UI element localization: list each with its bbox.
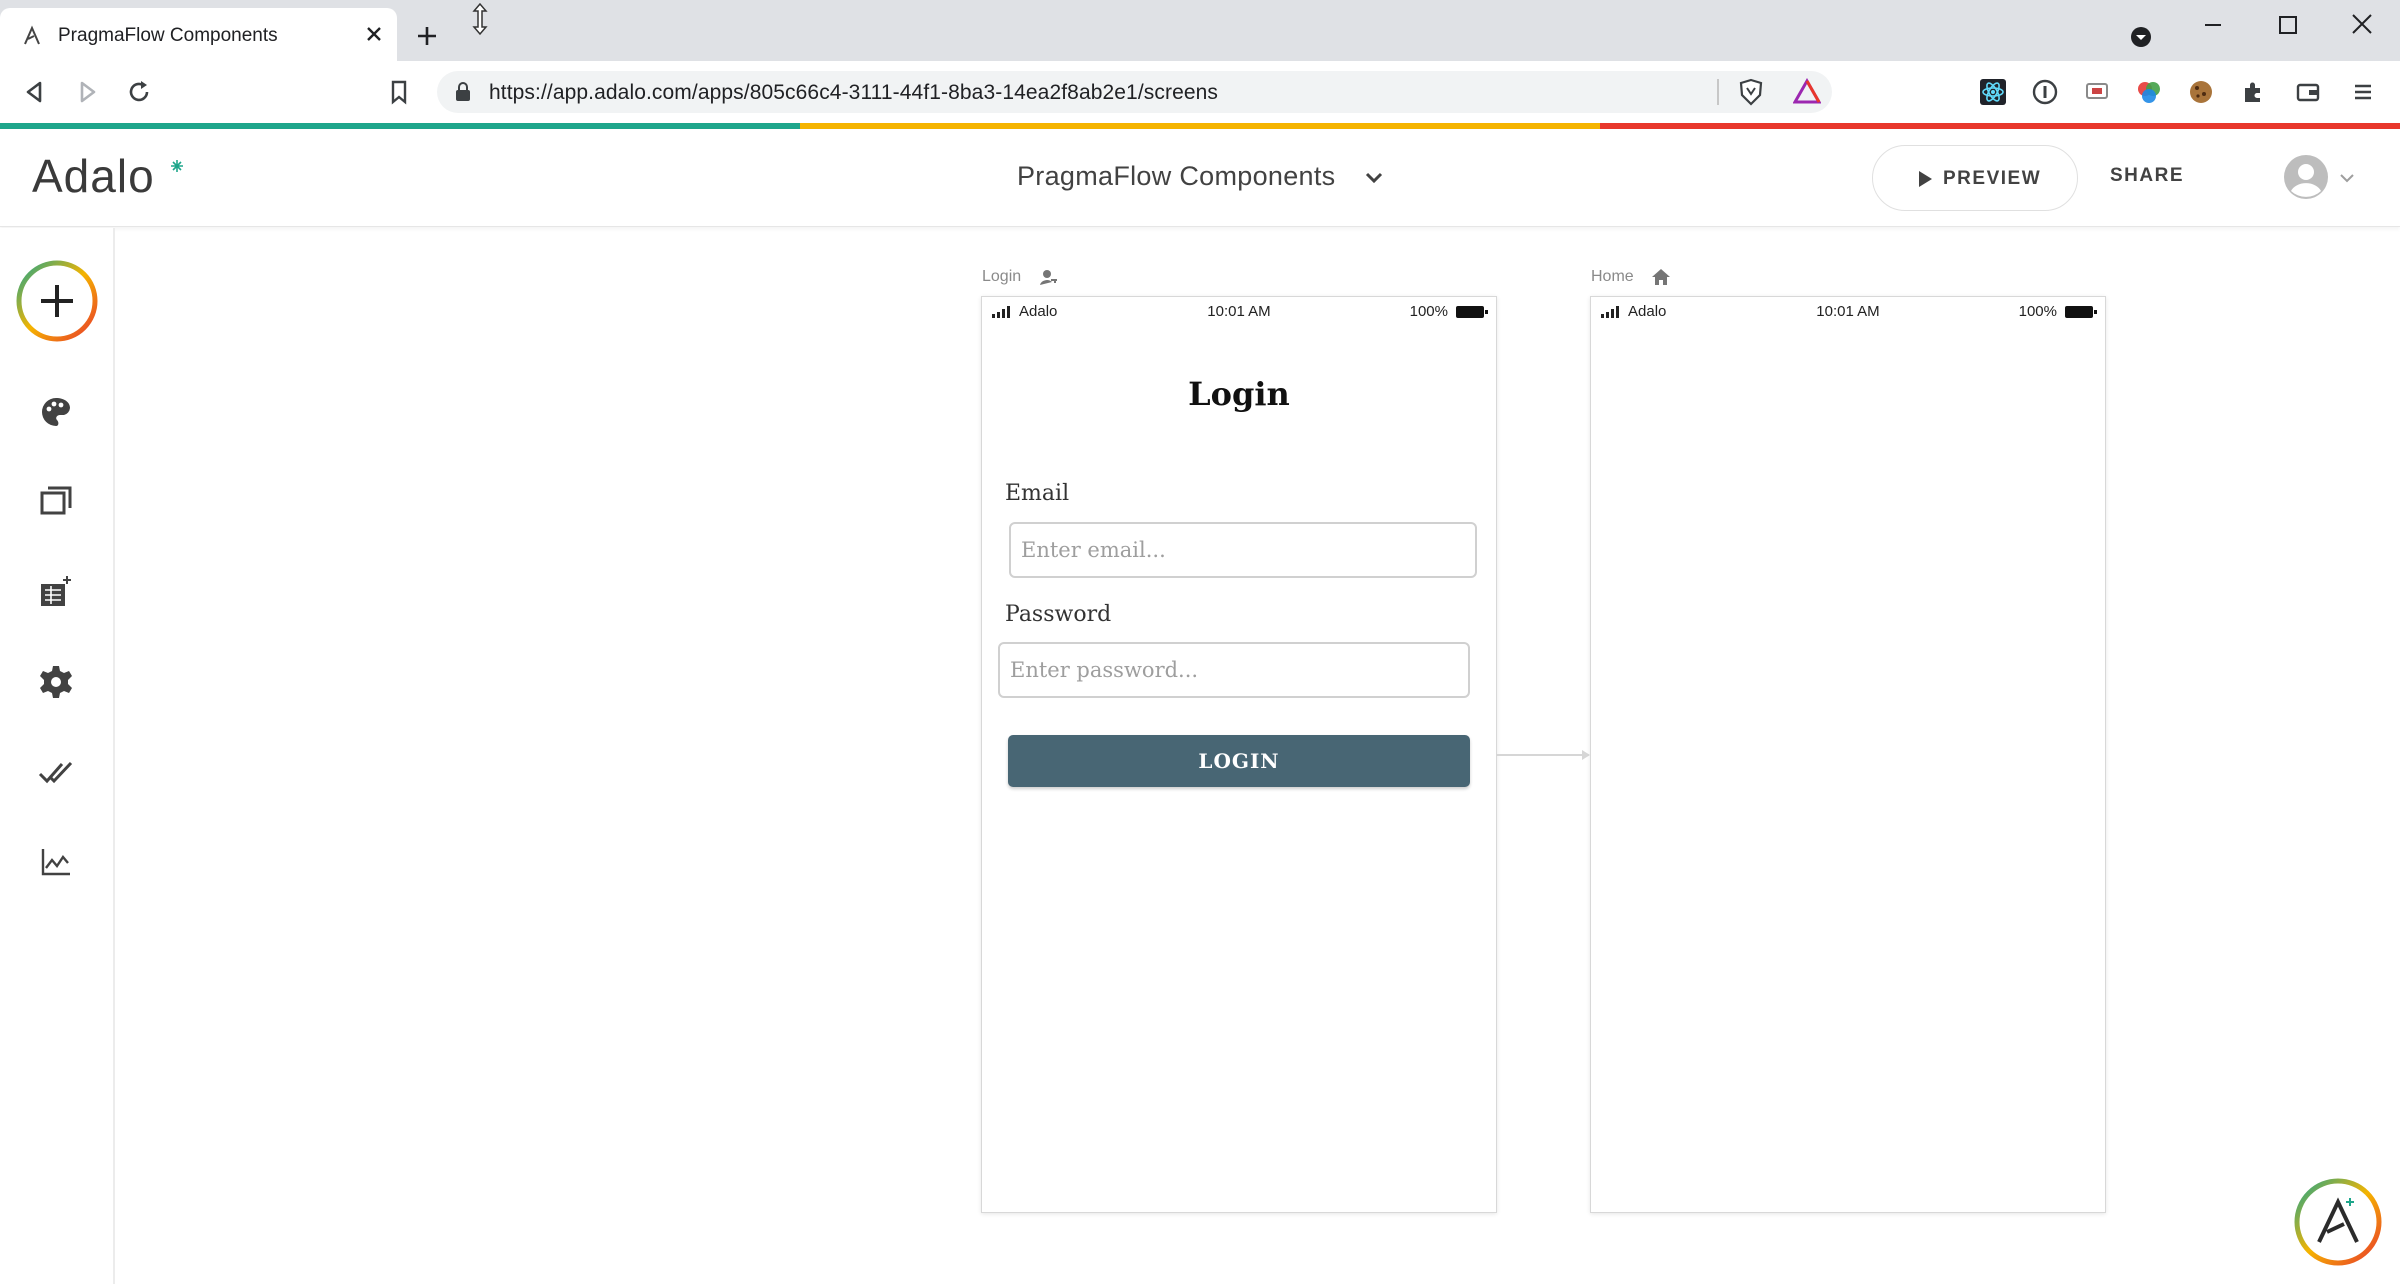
close-window-icon[interactable] — [2350, 12, 2374, 36]
home-icon — [1652, 269, 1670, 285]
chevron-down-icon[interactable] — [1363, 167, 1385, 189]
screen-link-line — [1496, 754, 1588, 756]
bookmark-icon[interactable] — [386, 79, 412, 105]
share-button[interactable]: SHARE — [2110, 165, 2184, 187]
cookie-icon[interactable] — [2188, 79, 2214, 105]
preview-button[interactable]: PREVIEW — [1872, 145, 2078, 211]
double-check-icon[interactable] — [38, 754, 74, 790]
close-tab-icon[interactable] — [364, 24, 384, 44]
adalo-favicon-icon — [24, 25, 40, 45]
home-screen[interactable]: Adalo 10:01 AM 100% — [1590, 296, 2106, 1213]
extensions-puzzle-icon[interactable] — [2240, 79, 2266, 105]
login-screen[interactable]: Adalo 10:01 AM 100% Login Email Password… — [981, 296, 1497, 1213]
brave-shield-icon[interactable] — [1737, 78, 1765, 106]
browser-toolbar: https://app.adalo.com/apps/805c66c4-3111… — [0, 61, 2400, 123]
database-icon[interactable] — [38, 574, 74, 610]
browser-tab[interactable]: PragmaFlow Components — [0, 8, 397, 61]
logo-text: Adalo — [32, 150, 155, 202]
address-bar[interactable]: https://app.adalo.com/apps/805c66c4-3111… — [437, 71, 1832, 113]
add-component-button[interactable] — [14, 258, 100, 344]
screen-label-login[interactable]: Login — [982, 268, 1021, 286]
chevron-down-icon[interactable] — [2338, 169, 2356, 187]
analytics-icon[interactable] — [38, 844, 74, 880]
app-name[interactable]: PragmaFlow Components — [1017, 161, 1335, 192]
screen-cast-icon[interactable] — [2084, 79, 2110, 105]
browser-tab-strip: PragmaFlow Components — [0, 0, 2400, 61]
password-input[interactable] — [998, 642, 1470, 698]
app-header: Adalo PragmaFlow Components PREVIEW SHAR… — [0, 129, 2400, 227]
status-bar: Adalo 10:01 AM 100% — [1591, 297, 2105, 323]
palette-icon[interactable] — [38, 394, 74, 430]
url-text: https://app.adalo.com/apps/805c66c4-3111… — [489, 81, 1219, 104]
preview-label: PREVIEW — [1943, 168, 2042, 189]
battery-percent: 100% — [1409, 303, 1448, 320]
screen-label-home[interactable]: Home — [1591, 268, 1634, 286]
color-picker-icon[interactable] — [2136, 79, 2162, 105]
email-label: Email — [1005, 481, 1070, 506]
password-label: Password — [1005, 602, 1112, 627]
gear-icon[interactable] — [38, 664, 74, 700]
login-button[interactable]: LOGIN — [1008, 735, 1470, 787]
minimize-window-icon[interactable] — [2202, 14, 2224, 36]
wallet-icon[interactable] — [2295, 79, 2321, 105]
status-bar: Adalo 10:01 AM 100% — [982, 297, 1496, 323]
maximize-window-icon[interactable] — [2277, 14, 2299, 36]
adalo-help-button[interactable] — [2292, 1176, 2384, 1268]
tab-title: PragmaFlow Components — [58, 25, 278, 46]
react-devtools-icon[interactable] — [1980, 79, 2006, 105]
login-heading: Login — [1188, 375, 1290, 413]
battery-percent: 100% — [2018, 303, 2057, 320]
user-key-icon — [1040, 270, 1057, 285]
forward-icon[interactable] — [74, 79, 100, 105]
battery-icon — [1456, 306, 1488, 318]
tab-search-icon[interactable] — [2130, 26, 2152, 48]
new-tab-icon[interactable] — [415, 24, 439, 48]
avatar-icon[interactable] — [2282, 153, 2330, 201]
screens-icon[interactable] — [38, 484, 74, 520]
play-icon — [1919, 171, 1932, 187]
left-toolbar — [0, 228, 115, 1284]
battery-icon — [2065, 306, 2097, 318]
reload-icon[interactable] — [126, 79, 152, 105]
resize-cursor-icon — [472, 2, 488, 36]
password-manager-icon[interactable] — [2032, 79, 2058, 105]
brave-rewards-icon[interactable] — [1793, 78, 1821, 106]
lock-icon — [456, 82, 470, 101]
back-icon[interactable] — [22, 79, 48, 105]
browser-menu-icon[interactable] — [2350, 79, 2376, 105]
email-input[interactable] — [1009, 522, 1477, 578]
adalo-logo[interactable]: Adalo — [32, 149, 183, 205]
url-separator — [1717, 79, 1719, 105]
logo-sparkle-icon — [171, 160, 183, 172]
